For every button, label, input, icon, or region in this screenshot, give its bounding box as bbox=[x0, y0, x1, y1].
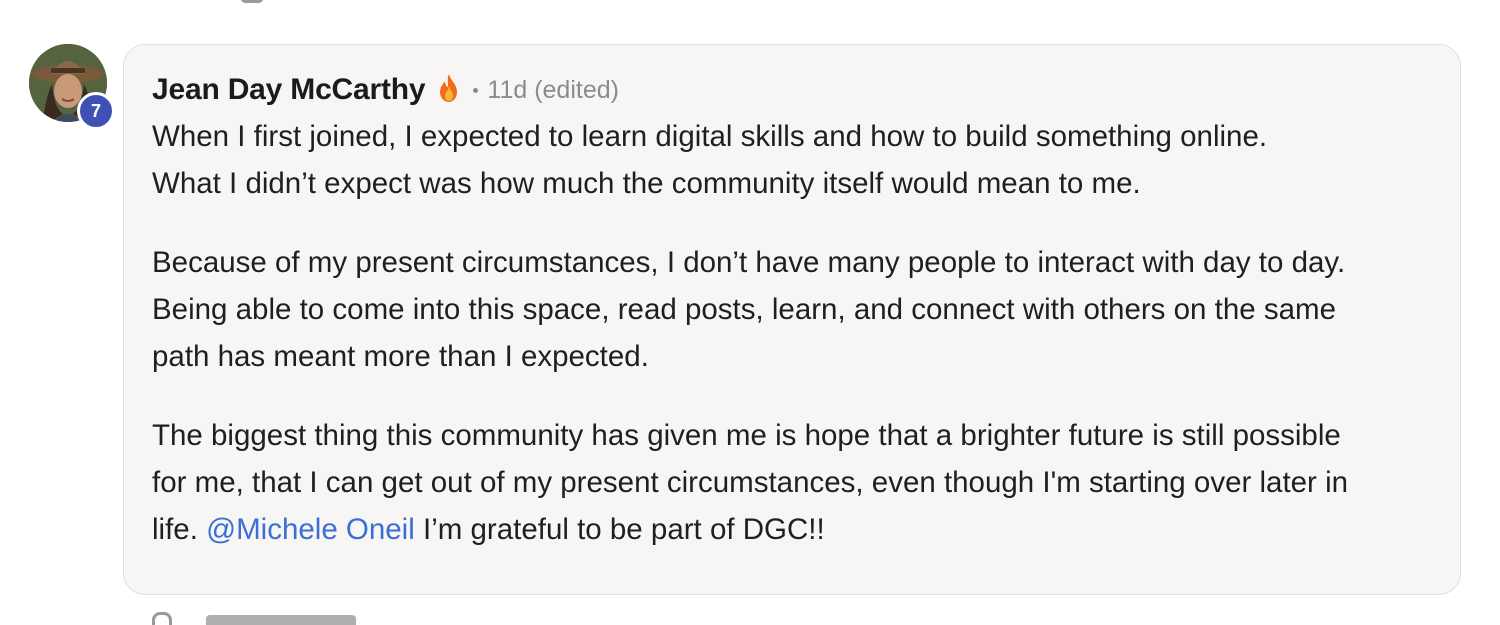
comment-paragraph-3: The biggest thing this community has giv… bbox=[152, 412, 1433, 553]
reply-label[interactable] bbox=[206, 615, 356, 625]
comment-actions bbox=[152, 612, 356, 625]
level-badge: 7 bbox=[77, 92, 115, 130]
comment-meta: 11d (edited) bbox=[473, 76, 619, 105]
like-icon[interactable] bbox=[152, 612, 172, 625]
comment-header: Jean Day McCarthy 11d (edited) bbox=[152, 71, 1433, 109]
fire-icon bbox=[437, 73, 461, 103]
comment-paragraph-2: Because of my present circumstances, I d… bbox=[152, 246, 1346, 373]
previous-action-icon[interactable] bbox=[240, 0, 264, 3]
mention-link[interactable]: @Michele Oneil bbox=[206, 513, 415, 546]
comment-card: Jean Day McCarthy 11d (edited) When I fi… bbox=[123, 44, 1461, 595]
closing-text: I’m grateful to be part of DGC!! bbox=[414, 513, 825, 546]
comment-body: When I first joined, I expected to learn… bbox=[152, 113, 1433, 553]
author-name[interactable]: Jean Day McCarthy bbox=[152, 73, 426, 107]
comment-thread: 7 Jean Day McCarthy 11d (edited) When I … bbox=[0, 0, 1500, 625]
comment-paragraph-1: When I first joined, I expected to learn… bbox=[152, 120, 1268, 200]
comment-timestamp[interactable]: 11d (edited) bbox=[487, 76, 619, 105]
previous-comment-actions bbox=[240, 0, 386, 4]
separator-dot bbox=[473, 87, 479, 93]
